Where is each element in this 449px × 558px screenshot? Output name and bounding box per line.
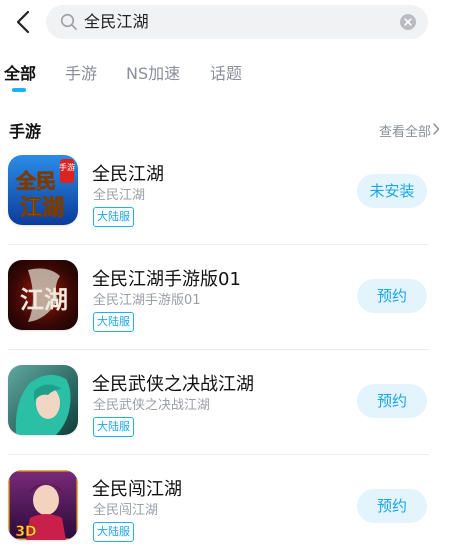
tab-mobile-games[interactable]: 手游 — [65, 58, 97, 90]
divider — [8, 349, 429, 350]
tab-topics[interactable]: 话题 — [210, 58, 242, 90]
reserve-button[interactable]: 预约 — [357, 489, 427, 523]
game-icon-jianghu-mobile[interactable]: 江湖 — [8, 260, 78, 330]
icon-text: 江湖 — [20, 285, 68, 314]
game-icon-quanmin-jianghu[interactable]: 手游 全民 江湖 — [8, 155, 78, 225]
clear-search-icon[interactable] — [400, 14, 416, 30]
tab-ns-accelerate[interactable]: NS加速 — [126, 58, 180, 90]
item-title: 全民闯江湖 — [92, 479, 182, 500]
divider — [8, 454, 429, 455]
category-tabs: 全部 手游 NS加速 话题 — [0, 58, 449, 98]
list-item[interactable]: 全民武侠之决战江湖 全民武侠之决战江湖 大陆服 预约 — [0, 360, 449, 464]
game-icon-art — [8, 365, 78, 435]
server-badge: 大陆服 — [93, 417, 134, 437]
item-title: 全民江湖 — [92, 164, 164, 185]
search-query: 全民江湖 — [84, 12, 149, 31]
icon-3d-text: 3D — [15, 524, 36, 540]
server-badge: 大陆服 — [93, 207, 134, 227]
search-input[interactable]: 全民江湖 — [46, 5, 428, 39]
icon-text-line2: 江湖 — [20, 196, 64, 221]
item-subtitle: 全民武侠之决战江湖 — [93, 398, 211, 413]
active-tab-indicator — [12, 88, 26, 92]
list-item[interactable]: 手游 全民 江湖 全民江湖 全民江湖 大陆服 未安装 — [0, 150, 449, 254]
back-button[interactable] — [8, 6, 38, 38]
game-icon-wuxia-green-hair[interactable] — [8, 365, 78, 435]
game-icon-art: 3D — [8, 470, 78, 540]
game-icon-art: 江湖 — [8, 260, 78, 330]
search-icon — [60, 13, 77, 30]
reserve-button[interactable]: 预约 — [357, 279, 427, 313]
server-badge: 大陆服 — [93, 312, 134, 332]
tab-all[interactable]: 全部 — [4, 58, 36, 90]
icon-text-line1: 全民 — [15, 169, 56, 193]
game-icon-art: 手游 全民 江湖 — [8, 155, 78, 225]
top-bar: 全民江湖 — [0, 0, 449, 44]
reserve-button[interactable]: 预约 — [357, 384, 427, 418]
section-header: 手游 查看全部 — [0, 112, 449, 148]
list-item[interactable]: 3D 全民闯江湖 全民闯江湖 大陆服 预约 — [0, 465, 449, 558]
not-installed-button[interactable]: 未安装 — [357, 174, 427, 208]
chevron-left-icon — [16, 10, 30, 34]
item-subtitle: 全民江湖手游版01 — [93, 293, 201, 308]
game-icon-chuang-jianghu[interactable]: 3D — [8, 470, 78, 540]
item-title: 全民江湖手游版01 — [92, 269, 241, 290]
search-results-page: 全民江湖 全部 手游 NS加速 话题 手游 查看全部 手游 全民 江湖 全民江湖… — [0, 0, 449, 558]
item-title: 全民武侠之决战江湖 — [92, 374, 254, 395]
chevron-right-icon[interactable] — [432, 123, 440, 135]
server-badge: 大陆服 — [93, 522, 134, 542]
item-subtitle: 全民闯江湖 — [93, 503, 159, 518]
section-title: 手游 — [9, 122, 42, 141]
divider — [8, 244, 429, 245]
list-item[interactable]: 江湖 全民江湖手游版01 全民江湖手游版01 大陆服 预约 — [0, 255, 449, 359]
item-subtitle: 全民江湖 — [93, 188, 146, 203]
icon-tag-text: 手游 — [59, 162, 75, 172]
view-all-link[interactable]: 查看全部 — [379, 121, 431, 140]
